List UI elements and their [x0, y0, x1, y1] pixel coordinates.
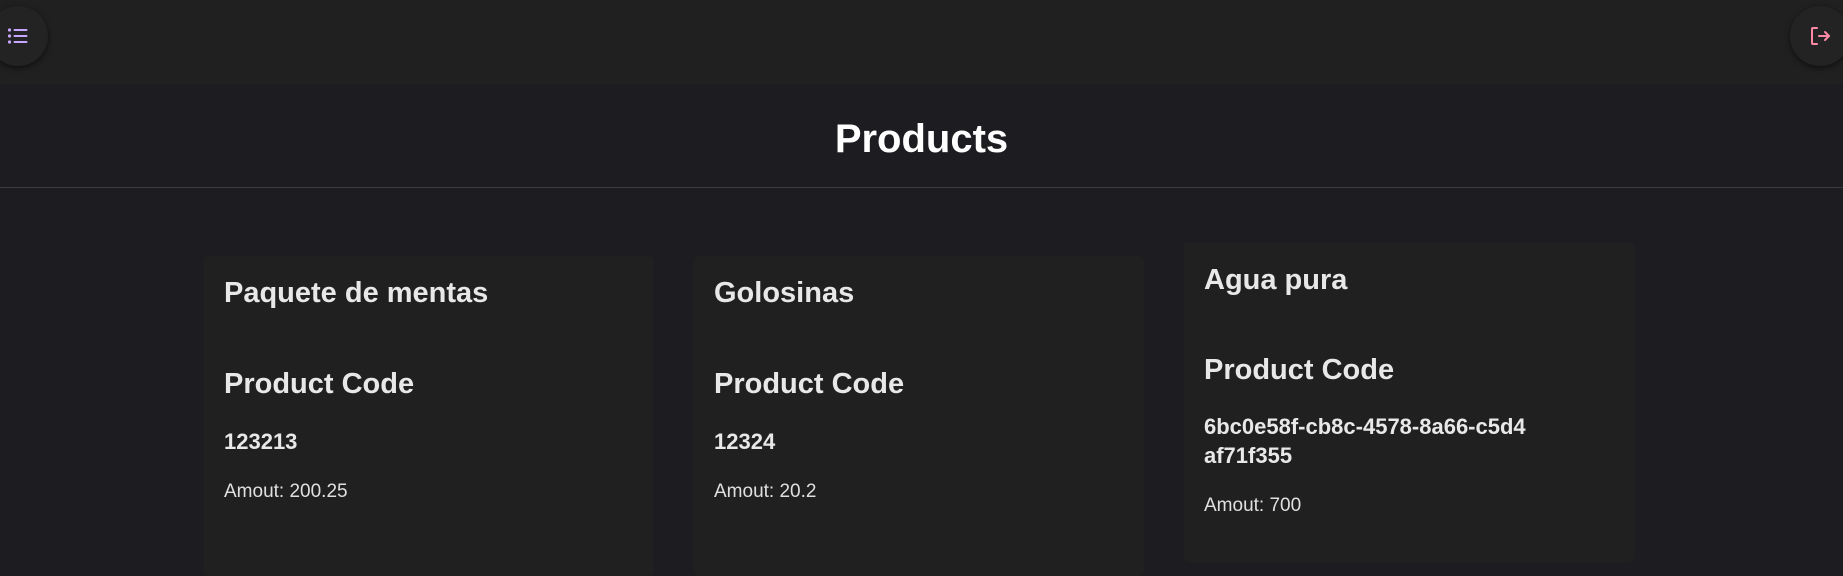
product-name: Paquete de mentas — [224, 277, 489, 309]
product-card: Golosinas Product Code 12324 Amout: 20.2 — [694, 256, 1144, 576]
list-icon — [7, 27, 29, 45]
top-bar — [0, 0, 1843, 84]
logout-button[interactable] — [1790, 6, 1843, 66]
product-card: Paquete de mentas Product Code 123213 Am… — [204, 256, 654, 576]
product-amount: Amout: 200.25 — [224, 481, 348, 502]
product-code-label: Product Code — [224, 368, 415, 400]
logout-icon — [1808, 24, 1832, 48]
product-code-value: 12324 — [714, 429, 776, 454]
product-amount: Amout: 20.2 — [714, 481, 817, 502]
page-title: Products — [834, 117, 1009, 161]
product-code-value: 123213 — [224, 429, 298, 454]
product-name: Golosinas — [714, 277, 855, 309]
menu-button[interactable] — [0, 6, 48, 66]
product-code-label: Product Code — [1204, 354, 1395, 386]
product-amount: Amout: 700 — [1204, 495, 1302, 516]
product-code-label: Product Code — [714, 368, 905, 400]
product-name: Agua pura — [1204, 264, 1348, 296]
page-header: Products — [0, 84, 1843, 188]
product-code-value: 6bc0e58f-cb8c-4578-8a66-c5d4af71f355 — [1204, 414, 1526, 468]
product-card: Agua pura Product Code 6bc0e58f-cb8c-457… — [1184, 242, 1634, 562]
